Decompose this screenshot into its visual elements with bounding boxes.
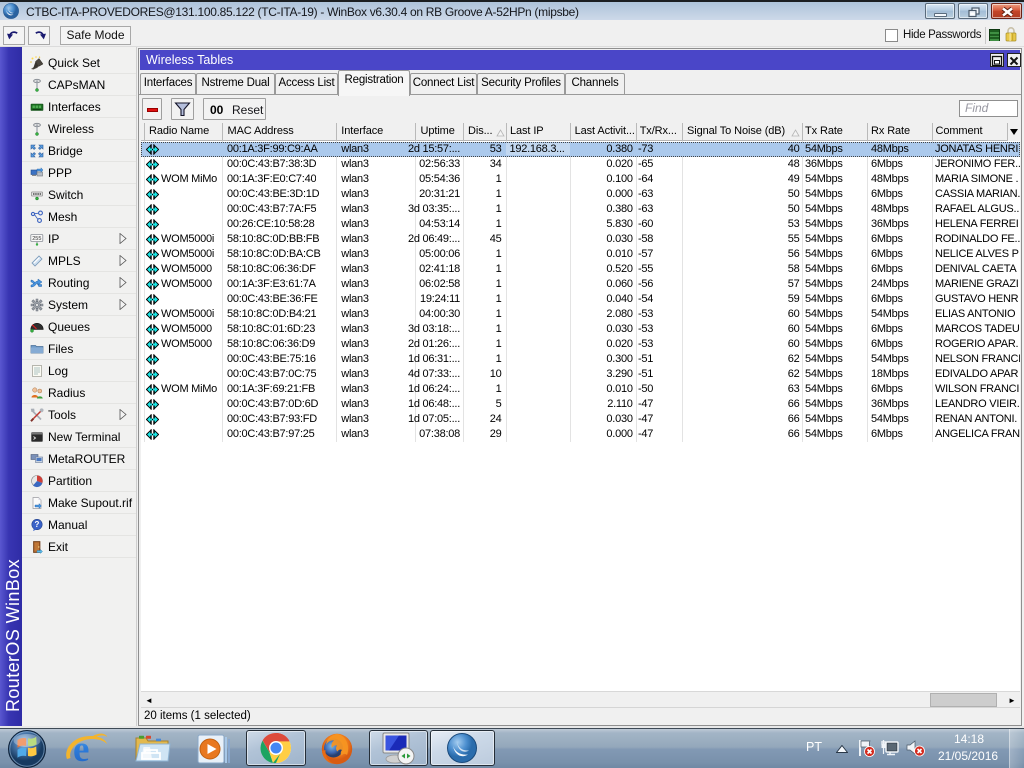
svg-text:e: e (73, 729, 89, 768)
svg-text:255: 255 (32, 236, 41, 242)
svg-text:?: ? (35, 520, 40, 529)
